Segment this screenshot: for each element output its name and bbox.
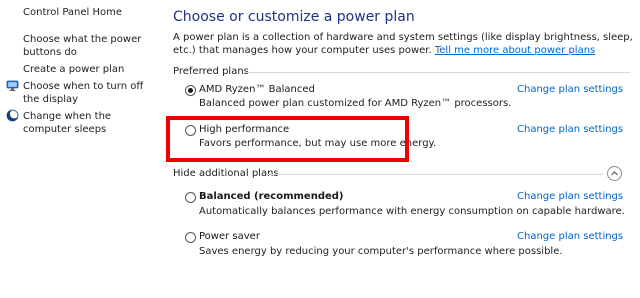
turn-off-display-link[interactable]: Choose when to turn off the display bbox=[23, 80, 153, 106]
hide-additional-plans-header[interactable]: Hide additional plans bbox=[173, 168, 279, 179]
left-task-pane: Control Panel Home Choose what the power… bbox=[0, 0, 158, 298]
preferred-plans-header: Preferred plans bbox=[173, 66, 249, 77]
change-plan-settings-high-performance[interactable]: Change plan settings bbox=[517, 124, 623, 135]
plan-name-amd-ryzen-balanced[interactable]: AMD Ryzen™ Balanced bbox=[199, 84, 315, 95]
plan-desc-balanced-recommended: Automatically balances performance with … bbox=[199, 206, 625, 217]
plan-name-balanced-recommended[interactable]: Balanced (recommended) bbox=[199, 191, 344, 202]
page-title: Choose or customize a power plan bbox=[173, 9, 415, 25]
create-power-plan-link[interactable]: Create a power plan bbox=[23, 63, 153, 76]
computer-sleeps-link[interactable]: Change when the computer sleeps bbox=[23, 110, 153, 136]
monitor-power-icon bbox=[6, 79, 19, 92]
plan-desc-amd-ryzen-balanced: Balanced power plan customized for AMD R… bbox=[199, 98, 512, 109]
change-plan-settings-power-saver[interactable]: Change plan settings bbox=[517, 231, 623, 242]
radio-power-saver[interactable] bbox=[185, 232, 196, 243]
highlight-box bbox=[166, 116, 409, 162]
moon-sleep-icon bbox=[6, 109, 19, 122]
additional-plans-divider bbox=[267, 174, 603, 175]
radio-amd-ryzen-balanced[interactable] bbox=[185, 85, 196, 96]
plan-name-power-saver[interactable]: Power saver bbox=[199, 231, 260, 242]
choose-power-buttons-link[interactable]: Choose what the power buttons do bbox=[23, 33, 153, 59]
chevron-up-icon bbox=[611, 171, 618, 176]
collapse-additional-plans-button[interactable] bbox=[607, 166, 622, 181]
preferred-plans-divider bbox=[244, 72, 630, 73]
radio-balanced-recommended[interactable] bbox=[185, 192, 196, 203]
change-plan-settings-amd-ryzen-balanced[interactable]: Change plan settings bbox=[517, 84, 623, 95]
intro-paragraph: A power plan is a collection of hardware… bbox=[173, 31, 633, 57]
control-panel-home-link[interactable]: Control Panel Home bbox=[23, 6, 153, 19]
tell-me-more-link[interactable]: Tell me more about power plans bbox=[435, 45, 595, 56]
plan-desc-power-saver: Saves energy by reducing your computer's… bbox=[199, 246, 563, 257]
change-plan-settings-balanced[interactable]: Change plan settings bbox=[517, 191, 623, 202]
